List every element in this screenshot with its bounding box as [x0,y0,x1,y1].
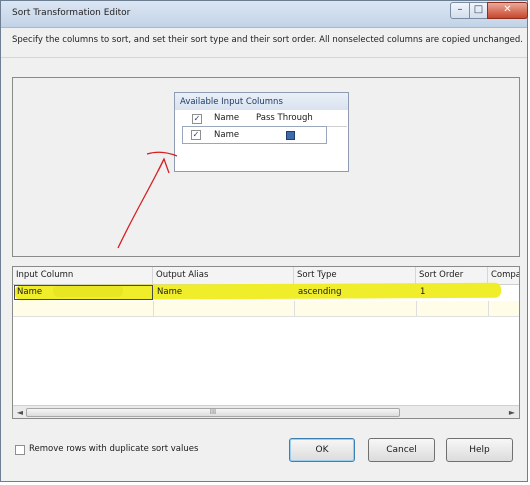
dialog-window: Sort Transformation Editor – □ ✕ Specify… [0,0,528,482]
annotation-arrow-icon [117,151,178,249]
